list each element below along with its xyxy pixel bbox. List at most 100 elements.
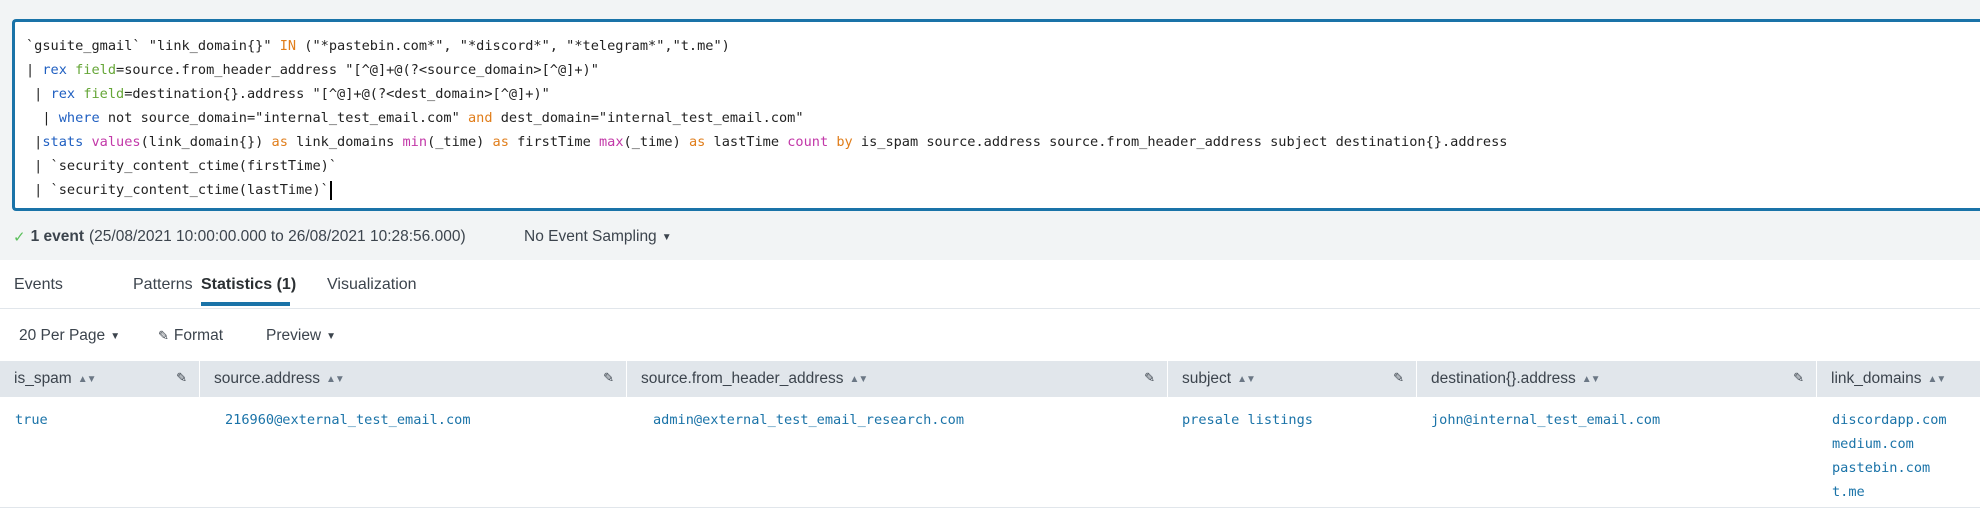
query-line: | `security_content_ctime(firstTime)`	[26, 154, 1980, 178]
edit-column-icon[interactable]: ✎	[176, 370, 187, 386]
column-header-subject[interactable]: subject ▲▼ ✎	[1168, 361, 1417, 397]
column-label: is_spam	[14, 370, 72, 387]
sort-icon[interactable]: ▲▼	[1582, 374, 1601, 385]
cell-subject[interactable]: presale listings	[1182, 408, 1313, 432]
query-token: by	[836, 134, 853, 150]
time-range: (25/08/2021 10:00:00.000 to 26/08/2021 1…	[89, 228, 466, 245]
column-header-link-domains[interactable]: link_domains ▲▼	[1817, 361, 1980, 397]
query-token: max	[598, 134, 624, 150]
query-line: `gsuite_gmail` "link_domain{}" IN ("*pas…	[26, 34, 1980, 58]
preview-dropdown[interactable]: Preview ▼	[266, 327, 336, 345]
query-token: |	[26, 134, 43, 150]
tab-visualization[interactable]: Visualization	[327, 276, 417, 294]
column-label: subject	[1182, 370, 1232, 387]
sort-icon[interactable]: ▲▼	[1237, 374, 1256, 385]
column-label: link_domains	[1831, 370, 1922, 387]
edit-column-icon[interactable]: ✎	[603, 370, 614, 386]
cell-source-address[interactable]: 216960@external_test_email.com	[225, 408, 471, 432]
query-token: | `security_content_ctime(firstTime)`	[26, 158, 337, 174]
event-count: 1 event	[30, 228, 84, 245]
query-token: count	[787, 134, 829, 150]
sort-icon[interactable]: ▲▼	[849, 374, 868, 385]
format-label: Format	[173, 327, 223, 344]
per-page-dropdown[interactable]: 20 Per Page ▼	[19, 327, 120, 345]
pencil-icon: ✎	[158, 328, 169, 343]
query-line: | where not source_domain="internal_test…	[26, 106, 1980, 130]
format-button[interactable]: ✎ Format	[158, 327, 223, 345]
query-token: | `security_content_ctime(lastTime)`	[26, 182, 329, 198]
column-header-from-header-address[interactable]: source.from_header_address ▲▼ ✎	[627, 361, 1168, 397]
query-token: field	[83, 86, 125, 102]
query-token: `gsuite_gmail` "link_domain{}"	[26, 38, 280, 54]
link-domain-value[interactable]: medium.com	[1832, 432, 1947, 456]
row-divider	[0, 507, 1980, 508]
query-token: |	[26, 110, 59, 126]
query-token: rex	[42, 62, 67, 78]
query-token: link_domains	[287, 134, 403, 150]
query-token: values	[91, 134, 141, 150]
cell-from-header-address[interactable]: admin@external_test_email_research.com	[653, 408, 964, 432]
tab-patterns[interactable]: Patterns	[133, 276, 193, 294]
cell-destination-address[interactable]: john@internal_test_email.com	[1431, 408, 1660, 432]
link-domain-value[interactable]: t.me	[1832, 480, 1947, 504]
query-token: stats	[42, 134, 84, 150]
checkmark-icon: ✓	[13, 229, 26, 246]
column-header-source-address[interactable]: source.address ▲▼ ✎	[200, 361, 627, 397]
column-label: destination{}.address	[1431, 370, 1576, 387]
query-line: | `security_content_ctime(lastTime)`	[26, 178, 1980, 202]
query-token: |	[26, 62, 43, 78]
query-token: =destination{}.address "[^@]+@(?<dest_do…	[124, 86, 550, 102]
results-toolbar: 20 Per Page ▼ ✎ Format Preview ▼	[0, 318, 1980, 358]
query-token: lastTime	[705, 134, 788, 150]
query-token: as	[492, 134, 509, 150]
edit-column-icon[interactable]: ✎	[1393, 370, 1404, 386]
query-token: IN	[279, 38, 297, 54]
event-sampling-dropdown[interactable]: No Event Sampling ▼	[524, 227, 672, 247]
tab-statistics[interactable]: Statistics (1)	[201, 276, 296, 294]
caret-down-icon: ▼	[661, 231, 672, 243]
query-token: |	[26, 86, 51, 102]
query-line: | rex field=source.from_header_address "…	[26, 58, 1980, 82]
column-header-is-spam[interactable]: is_spam ▲▼ ✎	[0, 361, 200, 397]
table-header: is_spam ▲▼ ✎ source.address ▲▼ ✎ source.…	[0, 361, 1980, 397]
caret-down-icon: ▼	[326, 330, 337, 342]
query-token: (_time)	[623, 134, 689, 150]
active-tab-indicator	[201, 302, 290, 306]
query-token: as	[271, 134, 288, 150]
per-page-label: 20 Per Page	[19, 327, 106, 344]
cell-link-domains: discordapp.com medium.com pastebin.com t…	[1832, 408, 1947, 504]
search-query-editor[interactable]: `gsuite_gmail` "link_domain{}" IN ("*pas…	[12, 19, 1980, 211]
query-token: ("*pastebin.com*", "*discord*", "*telegr…	[296, 38, 730, 54]
query-token: dest_domain="internal_test_email.com"	[492, 110, 804, 126]
tab-events[interactable]: Events	[14, 276, 63, 294]
text-cursor	[329, 180, 332, 200]
sort-icon[interactable]: ▲▼	[1927, 374, 1946, 385]
query-token: =source.from_header_address "[^@]+@(?<so…	[116, 62, 599, 78]
query-token: (link_domain{})	[140, 134, 272, 150]
query-token: and	[467, 110, 493, 126]
query-token: where	[58, 110, 100, 126]
edit-column-icon[interactable]: ✎	[1144, 370, 1155, 386]
query-token	[67, 62, 75, 78]
edit-column-icon[interactable]: ✎	[1793, 370, 1804, 386]
sort-icon[interactable]: ▲▼	[78, 374, 97, 385]
results-tabs: Events Patterns Statistics (1) Visualiza…	[0, 262, 1980, 309]
query-token: firstTime	[508, 134, 599, 150]
sort-icon[interactable]: ▲▼	[326, 374, 345, 385]
job-status: ✓ 1 event (25/08/2021 10:00:00.000 to 26…	[13, 227, 466, 247]
query-line: | rex field=destination{}.address "[^@]+…	[26, 82, 1980, 106]
link-domain-value[interactable]: pastebin.com	[1832, 456, 1947, 480]
query-token: min	[402, 134, 428, 150]
query-token: field	[75, 62, 117, 78]
cell-is-spam[interactable]: true	[15, 408, 48, 432]
column-label: source.from_header_address	[641, 370, 844, 387]
preview-label: Preview	[266, 327, 322, 344]
column-label: source.address	[214, 370, 320, 387]
link-domain-value[interactable]: discordapp.com	[1832, 408, 1947, 432]
column-header-destination-address[interactable]: destination{}.address ▲▼ ✎	[1417, 361, 1817, 397]
query-token: as	[689, 134, 706, 150]
query-token: (_time)	[427, 134, 493, 150]
query-token: is_spam source.address source.from_heade…	[852, 134, 1508, 150]
query-line: |stats values(link_domain{}) as link_dom…	[26, 130, 1980, 154]
caret-down-icon: ▼	[110, 330, 121, 342]
